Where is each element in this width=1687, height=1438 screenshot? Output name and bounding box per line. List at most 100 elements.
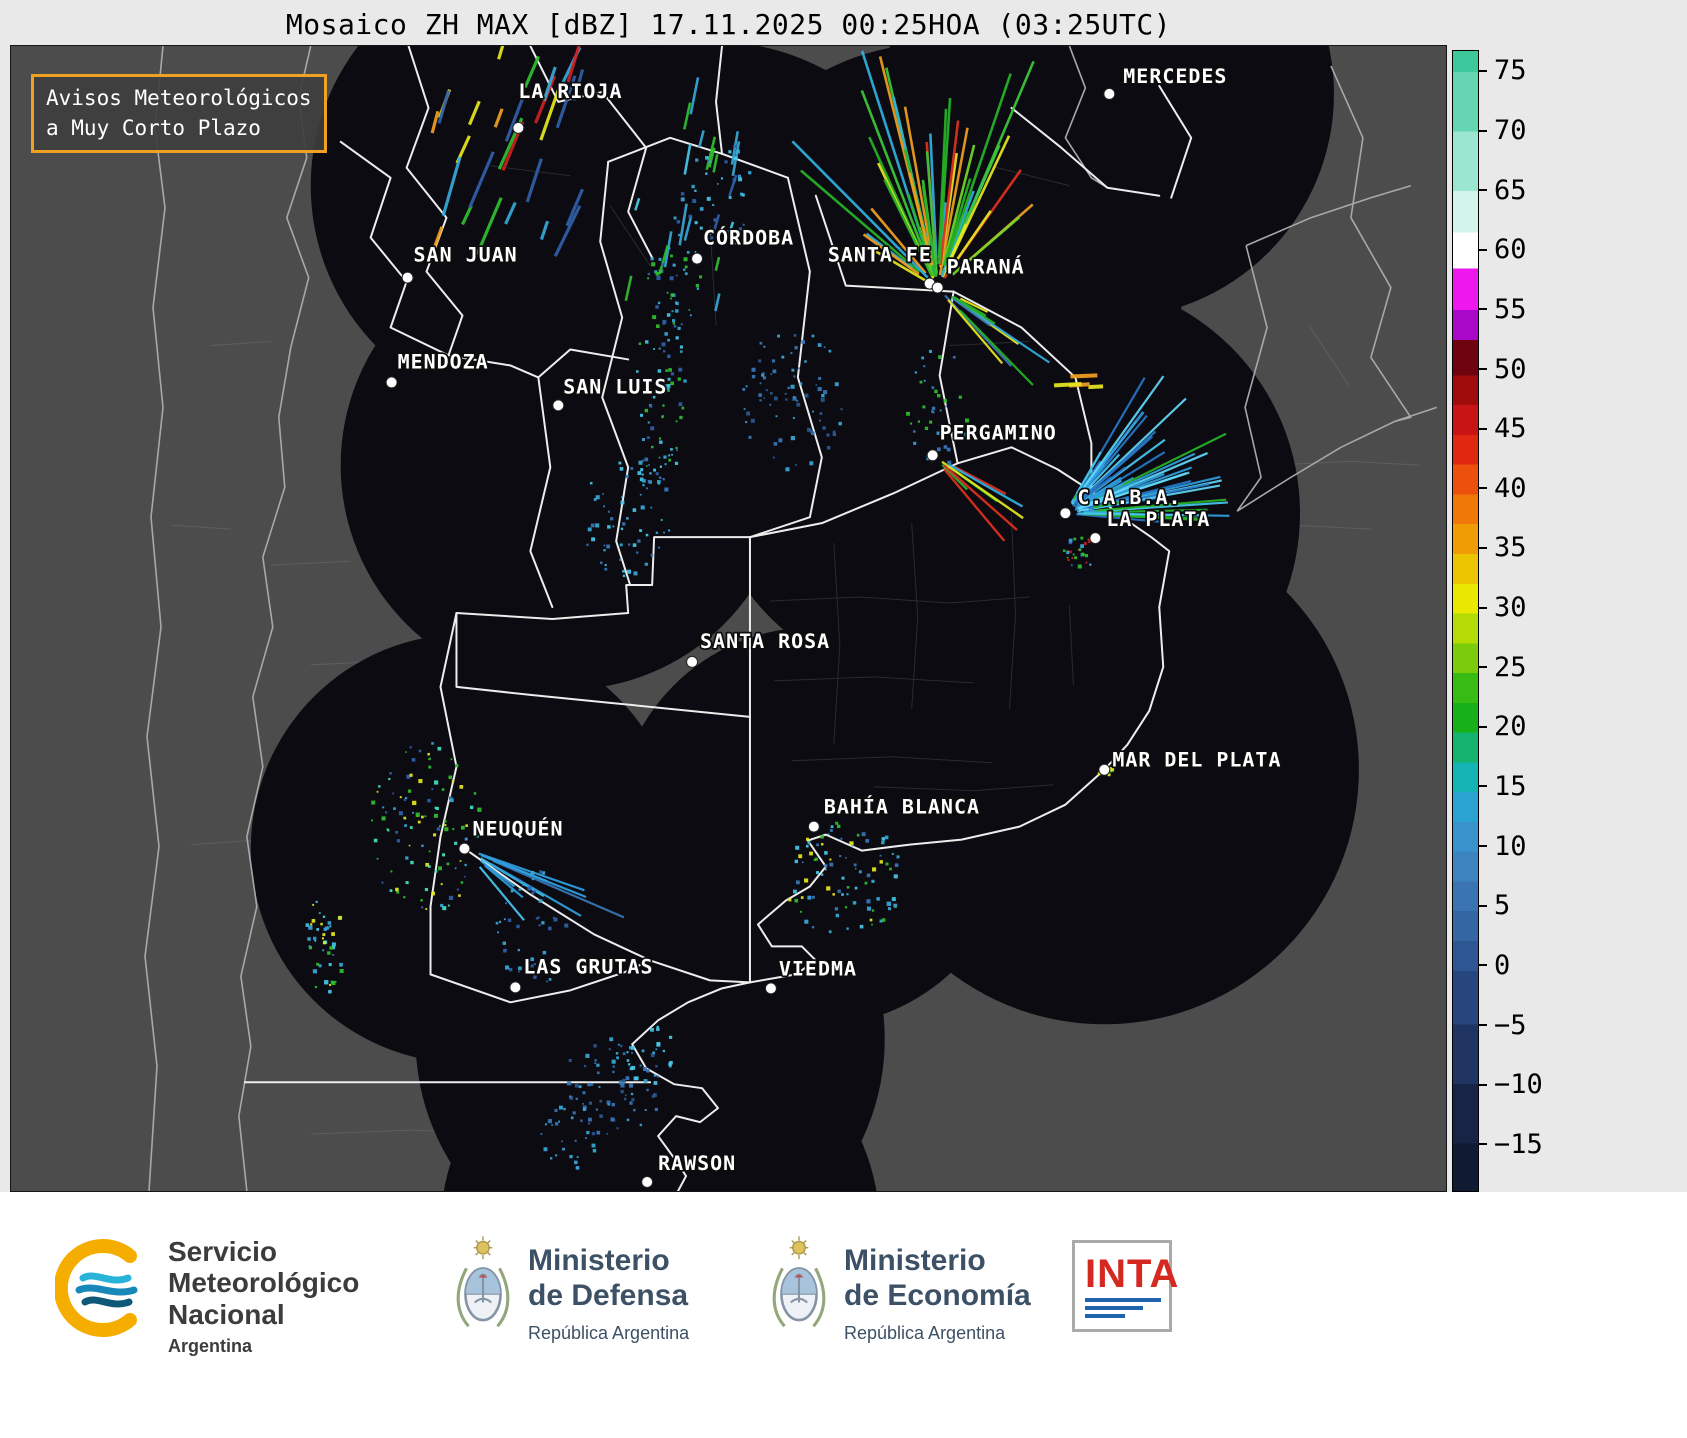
economia-coat-of-arms-icon — [772, 1236, 826, 1328]
colorbar-tick-label: 0 — [1494, 949, 1511, 981]
city-label-paraná: PARANÁ — [947, 255, 1025, 279]
city-label-las-grutas: LAS GRUTAS — [523, 954, 653, 978]
city-label-mendoza: MENDOZA — [398, 349, 489, 373]
city-label-san-juan: SAN JUAN — [414, 243, 518, 267]
defensa-wordmark: Ministerio de Defensa República Argentin… — [528, 1244, 689, 1344]
colorbar-tick-75: 75 — [1479, 55, 1527, 87]
colorbar-tick-mark — [1479, 129, 1487, 132]
smn-logo-icon — [53, 1239, 138, 1337]
colorbar-tick-mark — [1479, 308, 1487, 311]
colorbar-tick-mark — [1479, 248, 1487, 251]
colorbar-tick-40: 40 — [1479, 472, 1527, 504]
colorbar-tick-15: 15 — [1479, 770, 1527, 802]
colorbar-tick-mark — [1479, 785, 1487, 788]
colorbar-tick-label: 15 — [1494, 770, 1527, 802]
colorbar-tick-mark — [1479, 69, 1487, 72]
colorbar-tick-20: 20 — [1479, 711, 1527, 743]
colorbar-tick-mark — [1479, 845, 1487, 848]
city-marker-rawson — [641, 1176, 654, 1189]
radar-product-page: { "title": "Mosaico ZH MAX [dBZ] 17.11.2… — [0, 0, 1687, 1438]
colorbar-tick-label: 20 — [1494, 711, 1527, 743]
defensa-title-line-1: Ministerio — [528, 1244, 670, 1277]
colorbar-tick-60: 60 — [1479, 234, 1527, 266]
city-marker-viedma — [764, 982, 777, 995]
colorbar-tick--15: −15 — [1479, 1128, 1543, 1160]
colorbar-tick-mark — [1479, 546, 1487, 549]
city-marker-santa-rosa — [686, 655, 699, 668]
defensa-coat-of-arms-icon — [456, 1236, 510, 1328]
colorbar-tick-label: 55 — [1494, 293, 1527, 325]
colorbar-tick-mark — [1479, 487, 1487, 490]
smn-name-line-3: Nacional — [168, 1298, 285, 1330]
colorbar-tick-label: −15 — [1494, 1128, 1543, 1160]
map-canvas: MERCEDES LA RIOJA SAN JUAN CÓRDOBA SANTA FE P… — [11, 46, 1446, 1191]
colorbar-tick-label: 50 — [1494, 353, 1527, 385]
colorbar-tick-30: 30 — [1479, 592, 1527, 624]
colorbar-tick-label: −5 — [1494, 1009, 1527, 1041]
colorbar-tick-mark — [1479, 606, 1487, 609]
colorbar-tick-label: 10 — [1494, 830, 1527, 862]
colorbar: 75 70 65 60 55 50 45 40 35 30 25 20 15 10 5 0 −5 −10 −15 — [1452, 50, 1543, 1192]
defensa-logo — [452, 1232, 514, 1348]
city-label-pergamino: PERGAMINO — [940, 420, 1057, 444]
map-title: Mosaico ZH MAX [dBZ] 17.11.2025 00:25HOA… — [285, 8, 1172, 41]
colorbar-tick--10: −10 — [1479, 1069, 1543, 1101]
colorbar-tick-label: 65 — [1494, 174, 1527, 206]
colorbar-tick-mark — [1479, 368, 1487, 371]
economia-wordmark: Ministerio de Economía República Argenti… — [844, 1244, 1031, 1344]
colorbar-tick-mark — [1479, 1143, 1487, 1146]
city-label-mar-del-plata: MAR DEL PLATA — [1112, 748, 1281, 772]
colorbar-tick-mark — [1479, 1024, 1487, 1027]
city-marker-san-luis — [552, 399, 565, 412]
economia-title-line-1: Ministerio — [844, 1244, 986, 1277]
city-label-santa-rosa: SANTA ROSA — [700, 629, 830, 653]
city-marker-la-rioja — [512, 121, 525, 134]
colorbar-tick-55: 55 — [1479, 293, 1527, 325]
economia-subtitle: República Argentina — [844, 1323, 1006, 1343]
city-label-la-rioja: LA RIOJA — [518, 79, 622, 103]
city-label-neuquén: NEUQUÉN — [472, 817, 563, 841]
inta-waves-icon — [1085, 1294, 1161, 1318]
economia-logo — [768, 1232, 830, 1348]
colorbar-tick-label: 25 — [1494, 651, 1527, 683]
colorbar-tick--5: −5 — [1479, 1009, 1527, 1041]
radar-map: MERCEDES LA RIOJA SAN JUAN CÓRDOBA SANTA FE P… — [10, 45, 1447, 1192]
city-label-viedma: VIEDMA — [779, 956, 857, 980]
colorbar-tick-mark — [1479, 666, 1487, 669]
economia-title-line-2: de Economía — [844, 1278, 1031, 1312]
smn-country: Argentina — [168, 1336, 253, 1357]
colorbar-tick-mark — [1479, 1083, 1487, 1086]
colorbar-tick-mark — [1479, 725, 1487, 728]
colorbar-scale — [1452, 50, 1479, 1192]
city-marker-mercedes — [1103, 87, 1116, 100]
colorbar-tick-45: 45 — [1479, 413, 1527, 445]
city-marker-paraná — [931, 281, 944, 294]
colorbar-tick-label: 60 — [1494, 234, 1527, 266]
colorbar-tick-label: 35 — [1494, 532, 1527, 564]
city-label-córdoba: CÓRDOBA — [703, 226, 794, 250]
warning-box: Avisos Meteorológicos a Muy Corto Plazo — [31, 74, 327, 153]
city-marker-córdoba — [691, 252, 704, 265]
colorbar-tick-65: 65 — [1479, 174, 1527, 206]
city-label-mercedes: MERCEDES — [1123, 64, 1227, 88]
defensa-subtitle: República Argentina — [528, 1323, 690, 1343]
city-marker-mar-del-plata — [1098, 763, 1111, 776]
city-label-la-plata: LA PLATA — [1106, 507, 1210, 531]
city-label-rawson: RAWSON — [658, 1151, 736, 1175]
colorbar-tick-35: 35 — [1479, 532, 1527, 564]
smn-wordmark: Servicio Meteorológico Nacional Argentin… — [168, 1236, 359, 1357]
smn-logo — [53, 1238, 155, 1342]
smn-name-line-1: Servicio — [168, 1236, 277, 1267]
smn-name-line-2: Meteorológico — [168, 1267, 360, 1299]
colorbar-tick-10: 10 — [1479, 830, 1527, 862]
colorbar-tick-label: 30 — [1494, 592, 1527, 624]
colorbar-tick-0: 0 — [1479, 949, 1510, 981]
colorbar-tick-5: 5 — [1479, 890, 1510, 922]
city-label-c-a-b-a: C.A.B.A. — [1077, 485, 1181, 509]
colorbar-tick-label: −10 — [1494, 1069, 1543, 1101]
colorbar-tick-label: 5 — [1494, 890, 1511, 922]
colorbar-tick-mark — [1479, 964, 1487, 967]
city-marker-las-grutas — [509, 981, 522, 994]
colorbar-tick-70: 70 — [1479, 115, 1527, 147]
city-marker-c-a-b-a — [1059, 507, 1072, 520]
